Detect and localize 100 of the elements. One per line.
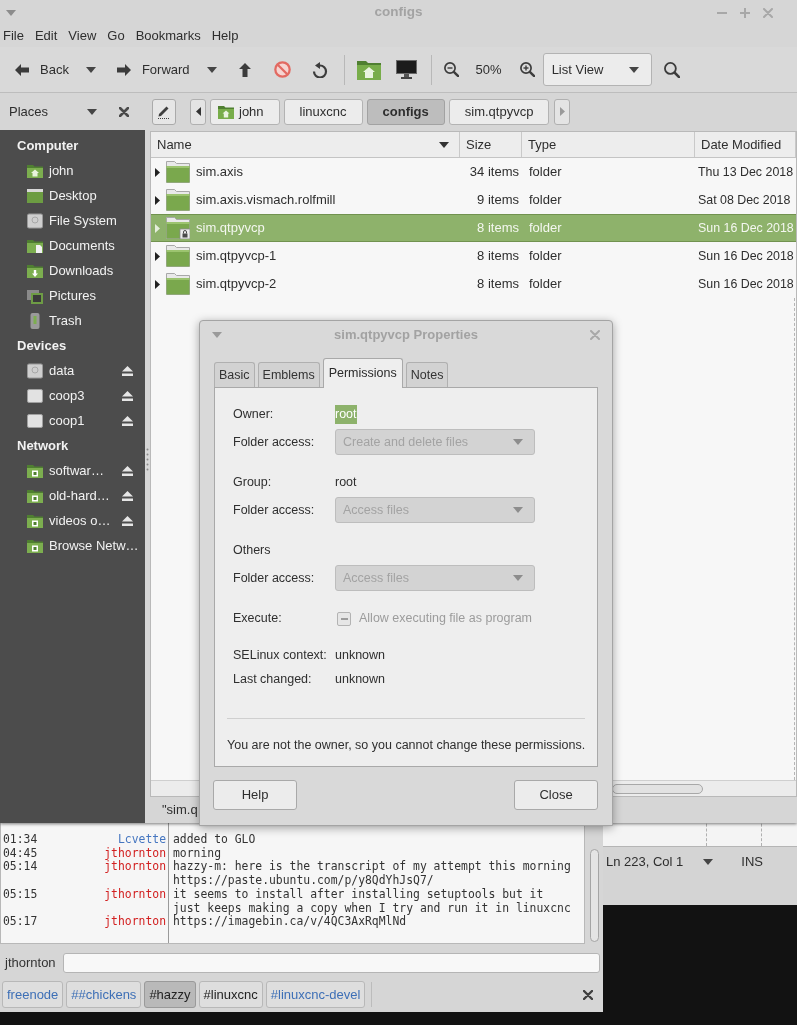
search-icon[interactable]: [663, 61, 680, 78]
eject-icon[interactable]: [122, 416, 133, 426]
file-size: 9 items: [477, 191, 519, 210]
scrollbar-thumb[interactable]: [589, 849, 599, 942]
channel-tab[interactable]: #hazzy: [144, 981, 196, 1008]
field-label: Owner:: [233, 406, 275, 424]
sidebar-item[interactable]: Browse Netw…: [0, 533, 145, 558]
eject-icon[interactable]: [122, 391, 133, 401]
documents-folder-icon: [27, 237, 43, 254]
sidebar-item[interactable]: softwar…: [0, 458, 145, 483]
file-name: sim.axis.vismach.rolfmill: [196, 191, 336, 210]
network-folder-icon: [27, 537, 43, 554]
expander-icon[interactable]: [155, 251, 160, 261]
scrollbar-thumb[interactable]: [612, 783, 703, 794]
back-button[interactable]: Back: [15, 59, 69, 80]
reload-icon[interactable]: [311, 61, 328, 78]
up-arrow-icon[interactable]: [238, 62, 251, 77]
home-folder-icon[interactable]: [356, 59, 381, 80]
view-mode-dropdown[interactable]: List View: [542, 53, 652, 86]
caret-icon[interactable]: [87, 108, 97, 115]
menu-item[interactable]: File: [3, 27, 24, 45]
column-header[interactable]: Type: [522, 132, 695, 157]
sidebar-item[interactable]: Desktop: [0, 183, 145, 208]
sort-caret-icon[interactable]: [439, 141, 449, 148]
date-modified: Sat 08 Dec 2018: [698, 191, 791, 209]
channel-tab[interactable]: ##chickens: [66, 981, 142, 1008]
sidebar-item[interactable]: john: [0, 158, 145, 183]
message-nick: jthornton: [104, 887, 166, 903]
file-type: folder: [529, 163, 562, 182]
desktop-icon: [27, 187, 43, 204]
message-time: 01:34: [3, 831, 38, 846]
tab[interactable]: Emblems: [257, 362, 320, 387]
menu-item[interactable]: Edit: [34, 27, 58, 45]
downloads-folder-icon: [27, 262, 43, 279]
message-text: added to GLO: [173, 831, 256, 846]
status-text: "sim.q: [162, 801, 198, 820]
tab[interactable]: Notes: [405, 362, 449, 387]
column-header[interactable]: Size: [460, 132, 522, 157]
eject-icon[interactable]: [122, 466, 133, 476]
sidebar-item[interactable]: Trash: [0, 308, 145, 333]
expander-icon[interactable]: [155, 195, 160, 205]
sidebar-item[interactable]: data: [0, 358, 145, 383]
sidebar-item[interactable]: coop1: [0, 408, 145, 433]
path-button[interactable]: john: [210, 98, 280, 125]
caret-icon: [513, 439, 523, 445]
caret-icon[interactable]: [206, 66, 217, 73]
sidebar-item[interactable]: videos o…: [0, 508, 145, 533]
file-name: sim.qtpyvcp-2: [196, 275, 277, 294]
close-icon[interactable]: [119, 106, 129, 117]
splitter-grip-icon[interactable]: [146, 447, 149, 472]
menu-item[interactable]: Help: [211, 27, 239, 45]
eject-icon[interactable]: [122, 491, 133, 501]
caret-icon[interactable]: [703, 858, 714, 865]
tab[interactable]: Basic: [214, 362, 255, 387]
checkbox-label: Allow executing file as program: [359, 610, 532, 628]
zoom-in-icon[interactable]: [519, 62, 535, 77]
path-button[interactable]: linuxcnc: [283, 98, 363, 125]
lock-icon: [179, 228, 190, 239]
close-button[interactable]: Close: [514, 780, 598, 810]
path-button[interactable]: sim.qtpyvcp: [448, 98, 550, 125]
column-header[interactable]: Date Modified: [695, 132, 796, 157]
column-header[interactable]: Name: [151, 132, 460, 157]
monitor-icon[interactable]: [395, 60, 417, 79]
tab[interactable]: Permissions: [322, 358, 403, 388]
forward-button[interactable]: Forward: [116, 59, 190, 80]
eject-icon[interactable]: [122, 366, 133, 376]
sidebar-item[interactable]: File System: [0, 208, 145, 233]
sidebar-item[interactable]: Downloads: [0, 258, 145, 283]
expander-icon[interactable]: [155, 279, 160, 289]
message-time: 05:14: [3, 859, 38, 874]
sidebar-item[interactable]: old-hard…: [0, 483, 145, 508]
expander-icon[interactable]: [155, 167, 160, 177]
channel-tab[interactable]: #linuxcnc-devel: [265, 981, 366, 1008]
message-time: 05:17: [3, 914, 38, 929]
zoom-out-icon[interactable]: [443, 62, 459, 77]
eject-icon[interactable]: [122, 516, 133, 526]
menu-item[interactable]: Bookmarks: [135, 27, 201, 45]
scroll-left-button[interactable]: [190, 98, 206, 125]
message-input[interactable]: [62, 953, 600, 973]
field-value: unknown: [335, 647, 386, 665]
menu-item[interactable]: View: [68, 27, 97, 45]
file-name: sim.qtpyvcp: [196, 219, 265, 238]
caret-icon[interactable]: [85, 66, 96, 73]
channel-tab[interactable]: #linuxcnc: [198, 981, 263, 1008]
edit-location-button[interactable]: [152, 98, 176, 125]
channel-tab[interactable]: freenode: [2, 981, 64, 1008]
menu-item[interactable]: Go: [107, 27, 125, 45]
sidebar-title: Places: [9, 102, 49, 121]
sidebar-item[interactable]: coop3: [0, 383, 145, 408]
drive-icon: [27, 412, 43, 429]
sidebar-item[interactable]: Documents: [0, 233, 145, 258]
path-button[interactable]: configs: [366, 98, 445, 125]
file-type: folder: [529, 247, 562, 266]
close-icon[interactable]: [583, 989, 593, 1000]
field-label: SELinux context:: [233, 647, 328, 665]
help-button[interactable]: Help: [213, 780, 297, 810]
message-nick: jthornton: [104, 860, 166, 876]
sidebar-item[interactable]: Pictures: [0, 283, 145, 308]
field-value: root: [335, 474, 357, 492]
message-nick: Lcvette: [118, 832, 166, 847]
